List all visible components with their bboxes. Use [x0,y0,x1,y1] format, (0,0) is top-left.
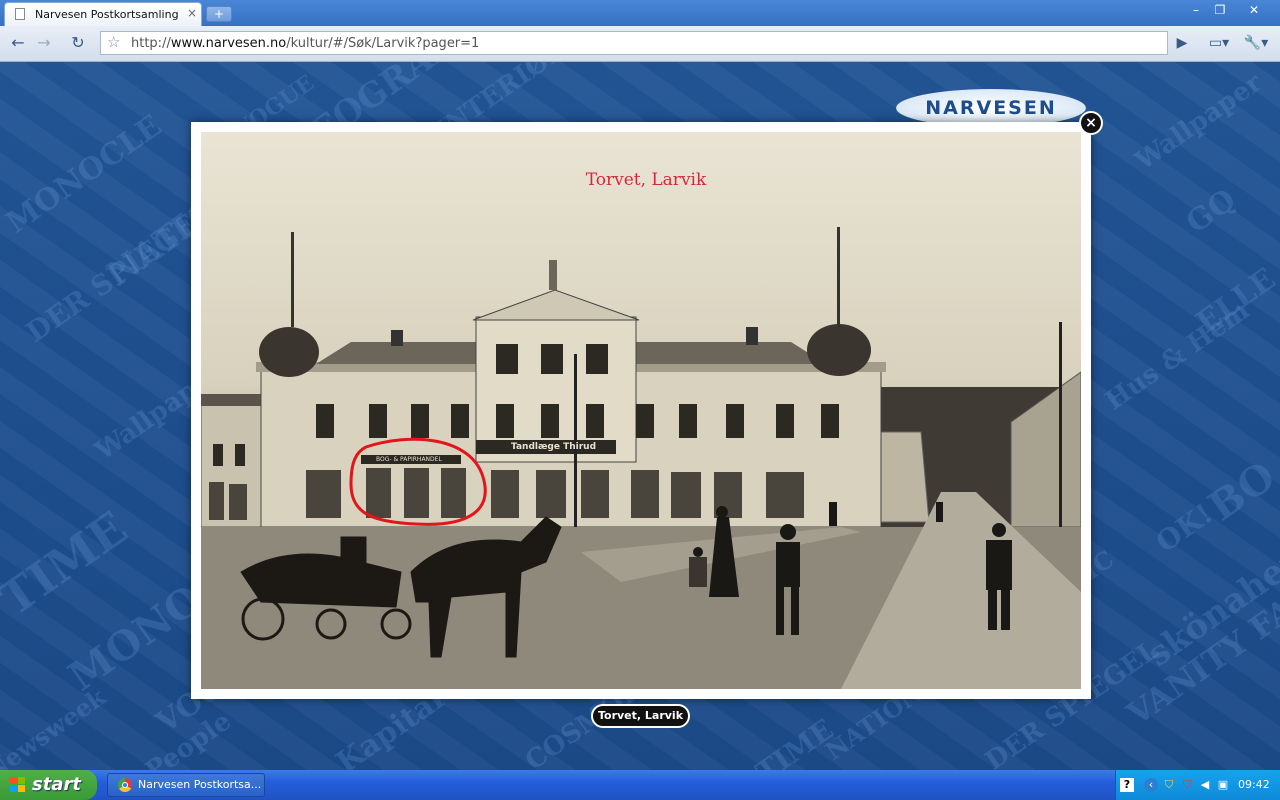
background-magazine-word: TIME [0,500,138,627]
back-icon[interactable]: ← [6,32,30,54]
tray-expand-icon[interactable]: ‹ [1144,778,1158,792]
left-roof [201,394,263,406]
forward-icon[interactable]: → [32,32,56,54]
reload-icon[interactable]: ↻ [66,32,90,54]
statue [549,260,557,290]
clock: 09:42 [1238,778,1270,791]
shop-sign: BOG- & PAPIRHANDEL [376,456,442,463]
page-icon [15,8,25,20]
chrome-icon [118,778,132,792]
taskbar: start Narvesen Postkortsa... ? ‹ ⛉ ⛉ ◀ ▣… [0,770,1280,800]
minimize-button[interactable]: – [1185,2,1207,18]
security-shield-icon[interactable]: ⛉ [1162,778,1176,792]
dental-sign: Tandlæge Thirud [511,442,597,452]
address-bar[interactable]: ☆ http://www.narvesen.no/kultur/#/Søk/La… [100,31,1168,55]
lightbox-frame: Torvet, Larvik BOG- & PAPIRHANDEL Tandlæ… [191,122,1091,699]
lightbox-close-button[interactable]: × [1079,111,1103,135]
tab-narvesen[interactable]: Narvesen Postkortsamling × [4,2,202,26]
left-dome [259,327,319,377]
photo-caption: Torvet, Larvik [591,704,690,728]
chimney-2 [746,327,758,345]
page-menu-icon[interactable]: ▭▾ [1204,32,1234,54]
page-content: TIMEDER SPIEGELWallpaperMONOCLEVOGUENATI… [0,62,1280,770]
tab-title: Narvesen Postkortsamling [35,8,179,21]
postcard-illustration [201,227,1081,689]
mid-right-building [880,431,930,523]
antivirus-icon[interactable]: ⛉ [1180,778,1194,792]
tab-close-icon[interactable]: × [187,6,197,20]
background-magazine-word: GQ [1180,182,1243,241]
restore-button[interactable]: ❐ [1209,2,1231,18]
window-close-button[interactable]: ✕ [1243,2,1265,18]
go-icon[interactable]: ▶ [1170,32,1194,54]
pediment [472,289,640,321]
url-scheme: http:// [131,36,171,51]
background-magazine-word: Wallpaper [1130,67,1268,177]
bookmark-star-icon[interactable]: ☆ [107,33,120,51]
logo-text: NARVESEN [925,97,1057,119]
url-text[interactable]: http://www.narvesen.no/kultur/#/Søk/Larv… [131,36,479,51]
tab-strip: Narvesen Postkortsamling × + – ❐ ✕ [0,0,1280,26]
right-dome [807,324,871,376]
taskbar-item-browser[interactable]: Narvesen Postkortsa... [107,773,265,797]
help-icon[interactable]: ? [1120,778,1134,792]
start-label: start [32,774,81,795]
right-flagpole [837,227,840,327]
start-button[interactable]: start [0,770,97,800]
chimney-1 [391,330,403,346]
windows-flag-icon [10,777,26,793]
postcard-photo: Torvet, Larvik BOG- & PAPIRHANDEL Tandlæ… [201,132,1081,689]
browser-toolbar: ← → ↻ ☆ http://www.narvesen.no/kultur/#/… [0,26,1280,62]
url-host: www.narvesen.no [170,36,287,51]
background-magazine-word: Newsweek [0,682,111,770]
background-magazine-word: OK! [1150,496,1219,560]
taskbar-item-label: Narvesen Postkortsa... [138,778,262,791]
system-tray: ? ‹ ⛉ ⛉ ◀ ▣ 09:42 [1115,770,1280,800]
street-lamp [1059,322,1062,542]
left-flagpole [291,232,294,327]
volume-icon[interactable]: ◀ [1198,778,1212,792]
wrench-menu-icon[interactable]: 🔧▾ [1240,32,1272,54]
url-path: /kultur/#/Søk/Larvik?pager=1 [286,36,480,51]
new-tab-button[interactable]: + [206,6,232,22]
network-icon[interactable]: ▣ [1216,778,1230,792]
postcard-title: Torvet, Larvik [585,170,707,190]
background-magazine-word: MONOCLE [0,108,169,241]
